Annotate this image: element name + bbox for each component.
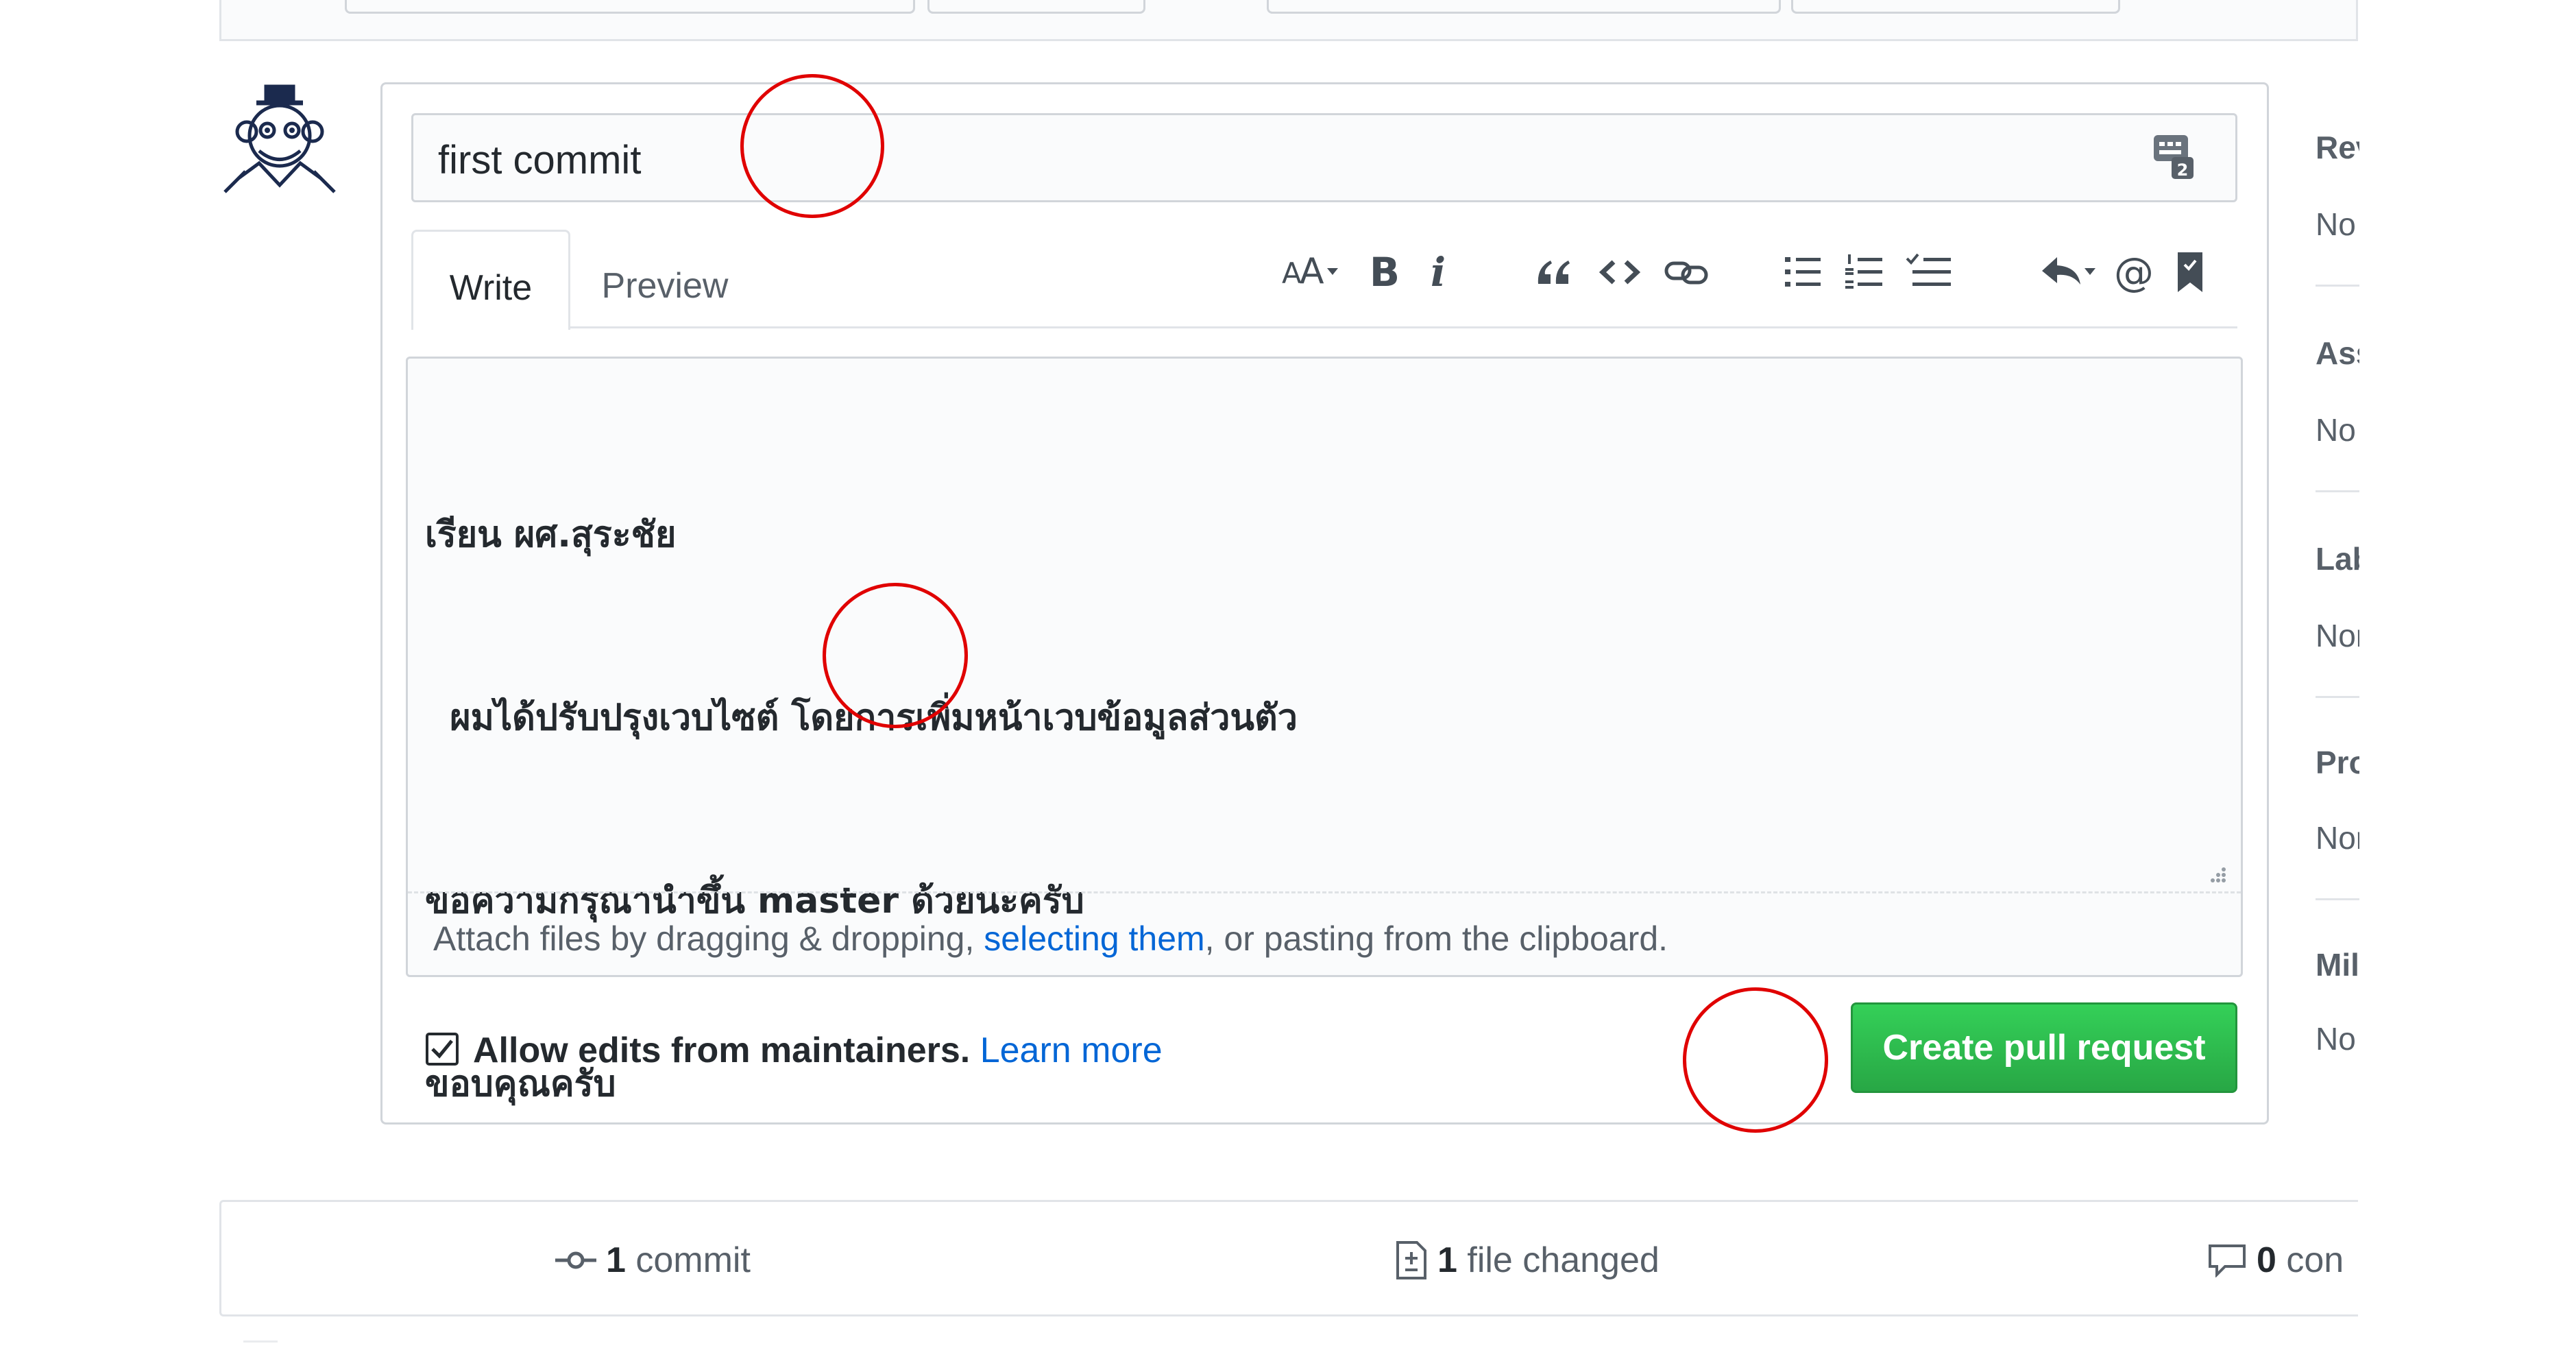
sidebar-milestone-title[interactable]: Mil [2316, 946, 2359, 983]
sidebar-labels-title[interactable]: Lab [2316, 540, 2359, 577]
sidebar-projects-title[interactable]: Pro [2316, 744, 2359, 781]
body-line: เรียน ผศ.สุระชัย [425, 514, 677, 555]
file-diff-icon [1396, 1241, 1426, 1279]
reply-icon[interactable] [2039, 248, 2101, 296]
files-changed-tab[interactable]: 1 file changed [1395, 1240, 1660, 1281]
attach-divider [408, 891, 2241, 893]
svg-text:2: 2 [2177, 160, 2189, 180]
tab-write-label: Write [449, 268, 533, 308]
commit-icon [555, 1251, 596, 1269]
bold-icon[interactable]: B [1368, 248, 1402, 296]
italic-glyph: i [1430, 249, 1446, 296]
sidebar-reviewers-title[interactable]: Rev [2316, 129, 2359, 166]
tab-write[interactable]: Write [411, 230, 570, 330]
sidebar-content: Rev No Ass No Lab Nor Pro Nor Mil No [2310, 110, 2359, 1070]
ordered-list-icon[interactable] [1844, 248, 1885, 296]
create-pull-request-label: Create pull request [1882, 1028, 2206, 1068]
link-icon[interactable] [1662, 248, 1710, 296]
comments-tab-clip: 0 con [2207, 1227, 2358, 1289]
comments-tab[interactable]: 0 con [2207, 1240, 2344, 1281]
selecting-them-link[interactable]: selecting them [984, 919, 1204, 958]
allow-edits-checkbox[interactable] [425, 1032, 459, 1066]
sidebar-divider [2316, 490, 2359, 492]
head-repo-selector[interactable] [1267, 0, 1781, 14]
sidebar-divider [2316, 898, 2359, 900]
sidebar-milestone-value: No [2316, 1021, 2356, 1057]
svg-text:A: A [1282, 256, 1302, 290]
unordered-list-icon[interactable] [1782, 248, 1823, 296]
comments-count: 0 [2257, 1240, 2276, 1280]
commits-count: 1 [606, 1240, 626, 1280]
allow-edits-label: Allow edits from maintainers. Learn more [473, 1030, 1163, 1071]
code-icon[interactable] [1597, 248, 1642, 296]
compare-bar [219, 0, 2358, 41]
files-label: file changed [1467, 1240, 1660, 1280]
task-list-icon[interactable] [1906, 248, 1954, 296]
sidebar-labels-value: Nor [2316, 618, 2359, 653]
mention-glyph: @ [2114, 249, 2154, 296]
attach-files-bar[interactable]: Attach files by dragging & dropping, sel… [433, 919, 1668, 959]
header-icon[interactable]: A A [1280, 248, 1342, 296]
attach-prefix: Attach files by dragging & dropping, [433, 919, 984, 958]
learn-more-link[interactable]: Learn more [980, 1031, 1163, 1070]
body-line: ผมได้ปรับปรุงเวบไซต์ โดยการเพิ่มหน้าเวบข… [425, 697, 1298, 738]
bookmark-icon[interactable] [2173, 248, 2207, 296]
sidebar-divider [2316, 696, 2359, 698]
bottom-divider [243, 1340, 278, 1343]
sidebar-projects-value: Nor [2316, 820, 2359, 856]
sidebar-assignees-title[interactable]: Ass [2316, 335, 2359, 372]
saved-replies-icon[interactable]: 2 [2151, 132, 2196, 182]
pr-summary-bar [219, 1200, 2358, 1316]
svg-text:A: A [1300, 252, 1324, 292]
comments-label: con [2286, 1240, 2344, 1280]
commits-label: commit [635, 1240, 751, 1280]
annotation-circle-title [740, 74, 884, 218]
attach-suffix: , or pasting from the clipboard. [1204, 919, 1668, 958]
annotation-circle-body [823, 583, 968, 728]
annotation-circle-button [1683, 987, 1828, 1133]
tab-divider [411, 326, 2237, 328]
sidebar-assignees-value: No [2316, 412, 2356, 448]
resize-grip-icon[interactable] [2207, 865, 2228, 886]
mention-icon[interactable]: @ [2111, 248, 2156, 296]
commits-tab[interactable]: 1 commit [555, 1240, 751, 1281]
title-input[interactable]: first commit [411, 113, 2237, 202]
allow-edits-text: Allow edits from maintainers. [473, 1031, 971, 1070]
tab-preview[interactable]: Preview [579, 230, 751, 326]
base-branch-selector[interactable] [927, 0, 1145, 14]
italic-icon[interactable]: i [1424, 248, 1452, 296]
quote-icon[interactable] [1534, 248, 1575, 296]
sidebar-divider [2316, 285, 2359, 287]
compare-branch-selector[interactable] [1791, 0, 2120, 14]
title-value: first commit [438, 138, 642, 182]
files-count: 1 [1437, 1240, 1457, 1280]
tab-preview-label: Preview [601, 266, 729, 306]
base-repo-selector[interactable] [345, 0, 915, 14]
create-pull-request-button[interactable]: Create pull request [1851, 1002, 2237, 1093]
avatar[interactable] [218, 82, 341, 199]
sidebar-reviewers-value: No [2316, 206, 2356, 242]
bold-glyph: B [1369, 249, 1400, 296]
comment-icon [2209, 1244, 2246, 1277]
